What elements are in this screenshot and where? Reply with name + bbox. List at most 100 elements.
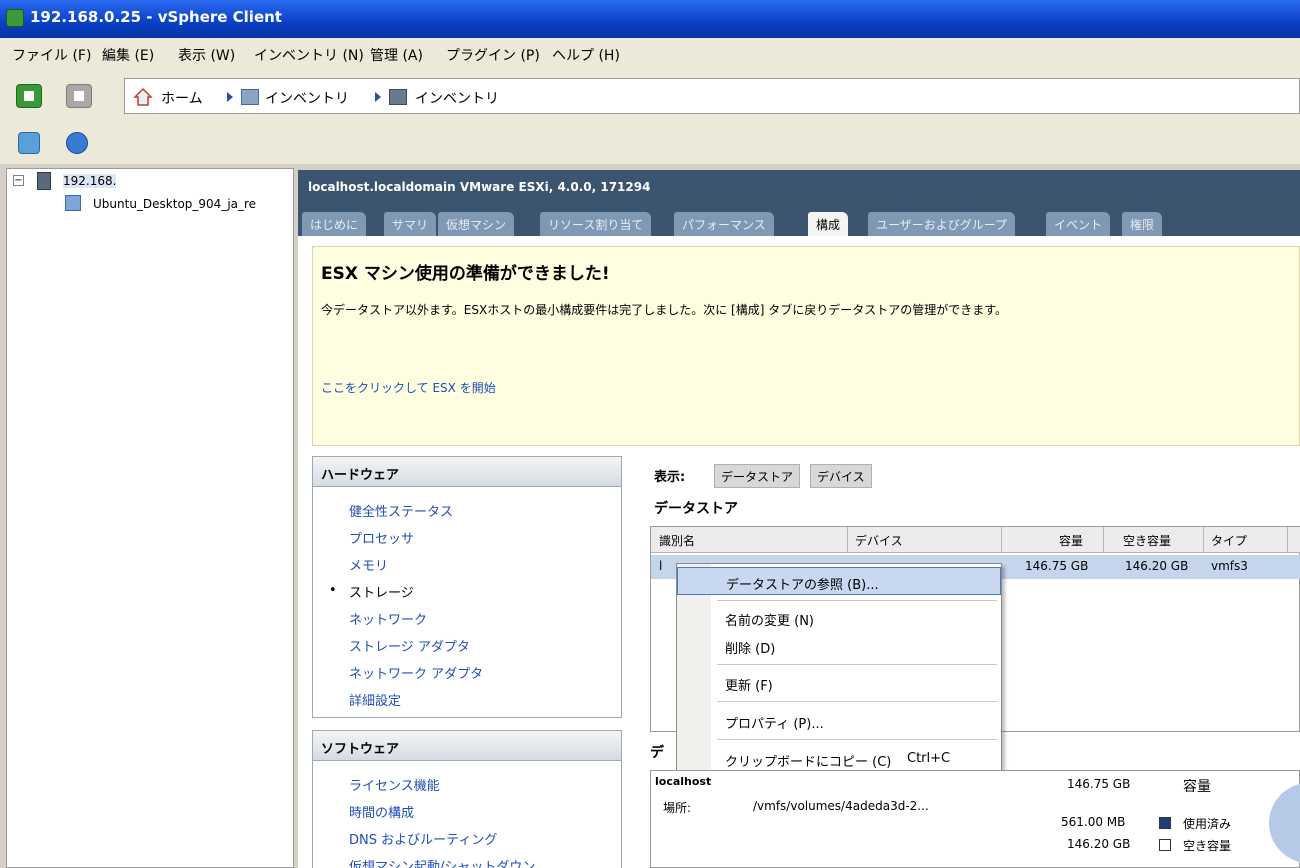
breadcrumb-home[interactable]: ホーム: [161, 88, 203, 108]
hw-health-status[interactable]: 健全性ステータス: [349, 501, 453, 520]
tab-resource-allocation[interactable]: リソース割り当て: [540, 212, 652, 236]
cell-free: 146.20 GB: [1125, 559, 1189, 573]
window-title-bar: 192.168.0.25 - vSphere Client: [0, 0, 1300, 38]
hw-processor[interactable]: プロセッサ: [349, 528, 414, 547]
menu-properties-label: プロパティ (P)...: [725, 717, 824, 732]
sw-vm-startup[interactable]: 仮想マシン起動/シャットダウン: [349, 856, 535, 868]
menu-help[interactable]: ヘルプ (H): [552, 45, 620, 65]
col-free[interactable]: 空き容量: [1123, 532, 1171, 549]
hw-memory[interactable]: メモリ: [349, 555, 388, 574]
chevron-right-icon: [375, 92, 381, 102]
hw-advanced-settings[interactable]: 詳細設定: [349, 690, 401, 709]
hw-storage[interactable]: ストレージ: [349, 582, 414, 601]
datastore-table-header: 識別名 デバイス 容量 空き容量 タイプ: [651, 527, 1300, 553]
banner-start-link[interactable]: ここをクリックして ESX を開始: [321, 379, 496, 396]
menu-edit[interactable]: 編集 (E): [102, 45, 154, 65]
tab-bar: はじめに サマリ 仮想マシン リソース割り当て パフォーマンス 構成 ユーザーお…: [298, 208, 1300, 236]
tree-vm[interactable]: Ubuntu_Desktop_904_ja_re: [93, 197, 256, 211]
cell-capacity: 146.75 GB: [1025, 559, 1089, 573]
menu-rename-label: 名前の変更 (N): [725, 614, 815, 629]
menu-rename[interactable]: 名前の変更 (N): [677, 604, 1001, 632]
capacity-pie: [1269, 783, 1300, 863]
details-capacity-label: 容量: [1183, 779, 1211, 795]
info-banner: ESX マシン使用の準備ができました! 今データストア以外ます。ESXホストの最…: [312, 246, 1300, 446]
inventory-icon: [241, 89, 259, 105]
tab-users-groups[interactable]: ユーザーおよびグループ: [868, 212, 1016, 236]
sw-license[interactable]: ライセンス機能: [349, 775, 440, 794]
sw-time-config[interactable]: 時間の構成: [349, 802, 414, 821]
hw-storage-adapter[interactable]: ストレージ アダプタ: [349, 636, 470, 655]
cell-type: vmfs3: [1211, 559, 1248, 573]
host-title: localhost.localdomain VMware ESXi, 4.0.0…: [308, 180, 651, 194]
menu-copy[interactable]: クリップボードにコピー (C) Ctrl+C: [677, 745, 1001, 773]
hardware-section: ハードウェア 健全性ステータス プロセッサ メモリ • ストレージ ネットワーク…: [312, 456, 622, 718]
navigation-toolbar: ホーム インベントリ インベントリ: [0, 70, 1300, 124]
add-host-icon[interactable]: [18, 132, 40, 154]
menu-copy-shortcut: Ctrl+C: [907, 751, 951, 766]
details-free: 146.20 GB: [1067, 837, 1131, 851]
host-header: localhost.localdomain VMware ESXi, 4.0.0…: [298, 170, 1300, 208]
view-datastore-button[interactable]: データストア: [714, 464, 801, 488]
tab-configuration[interactable]: 構成: [808, 212, 849, 236]
tab-permissions[interactable]: 権限: [1122, 212, 1163, 236]
menu-refresh[interactable]: 更新 (F): [677, 669, 1001, 697]
refresh-icon[interactable]: [66, 132, 88, 154]
details-used: 561.00 MB: [1061, 815, 1126, 829]
menu-browse-datastore[interactable]: データストアの参照 (B)...: [677, 567, 1001, 595]
view-label: 表示:: [654, 470, 686, 485]
banner-title: ESX マシン使用の準備ができました!: [321, 264, 610, 284]
view-device-button[interactable]: デバイス: [810, 464, 872, 488]
tab-vms[interactable]: 仮想マシン: [438, 212, 515, 236]
col-type[interactable]: タイプ: [1211, 532, 1247, 549]
details-name: localhost: [655, 775, 712, 788]
home-icon: [133, 87, 153, 106]
back-button[interactable]: [16, 84, 42, 108]
tab-getting-started[interactable]: はじめに: [302, 212, 367, 236]
banner-description: 今データストア以外ます。ESXホストの最小構成要件は完了しました。次に [構成]…: [321, 303, 1008, 317]
tab-events[interactable]: イベント: [1046, 212, 1111, 236]
details-free-label: 空き容量: [1183, 839, 1232, 853]
menu-bar: ファイル (F) 編集 (E) 表示 (W) インベントリ (N) 管理 (A)…: [0, 38, 1300, 70]
sw-dns-routing[interactable]: DNS およびルーティング: [349, 829, 497, 848]
menu-refresh-label: 更新 (F): [725, 679, 773, 694]
hw-network-adapter[interactable]: ネットワーク アダプタ: [349, 663, 483, 682]
action-toolbar: [0, 124, 1300, 164]
used-legend-swatch: [1159, 817, 1171, 829]
menu-properties[interactable]: プロパティ (P)...: [677, 707, 1001, 735]
menu-copy-label: クリップボードにコピー (C): [725, 755, 892, 770]
col-name[interactable]: 識別名: [659, 532, 695, 549]
menu-delete[interactable]: 削除 (D): [677, 632, 1001, 660]
breadcrumb-inventory[interactable]: インベントリ: [265, 88, 349, 108]
menu-file[interactable]: ファイル (F): [12, 45, 91, 65]
details-used-label: 使用済み: [1183, 817, 1232, 831]
collapse-icon[interactable]: −: [13, 175, 24, 186]
hardware-title: ハードウェア: [313, 457, 621, 487]
vsphere-icon: [6, 9, 24, 27]
details-location-value: /vmfs/volumes/4adeda3d-2...: [753, 799, 929, 813]
software-section: ソフトウェア ライセンス機能 時間の構成 DNS およびルーティング 仮想マシン…: [312, 730, 622, 868]
menu-view[interactable]: 表示 (W): [178, 45, 235, 65]
server-icon: [389, 89, 407, 105]
bullet-icon: •: [329, 583, 337, 598]
chevron-right-icon: [227, 92, 233, 102]
vm-icon: [65, 195, 81, 211]
details-location-label: 場所:: [663, 801, 692, 815]
breadcrumb: ホーム インベントリ インベントリ: [124, 78, 1300, 114]
col-capacity[interactable]: 容量: [1059, 532, 1083, 549]
tab-summary[interactable]: サマリ: [384, 212, 437, 236]
menu-admin[interactable]: 管理 (A): [370, 45, 423, 65]
menu-browse-label: データストアの参照 (B)...: [726, 578, 879, 593]
datastore-title: データストア: [654, 501, 738, 517]
tree-host[interactable]: 192.168.: [63, 174, 117, 188]
inventory-tree: − 192.168. Ubuntu_Desktop_904_ja_re: [6, 168, 294, 868]
menu-inventory[interactable]: インベントリ (N): [254, 45, 364, 65]
breadcrumb-inventory-2[interactable]: インベントリ: [415, 88, 499, 108]
host-icon: [37, 172, 51, 190]
tab-performance[interactable]: パフォーマンス: [674, 212, 774, 236]
forward-button[interactable]: [66, 84, 92, 108]
cell-name: l: [659, 559, 663, 573]
menu-plugin[interactable]: プラグイン (P): [446, 45, 540, 65]
hw-network[interactable]: ネットワーク: [349, 609, 427, 628]
col-device[interactable]: デバイス: [855, 532, 903, 549]
window-title: 192.168.0.25 - vSphere Client: [30, 8, 282, 26]
